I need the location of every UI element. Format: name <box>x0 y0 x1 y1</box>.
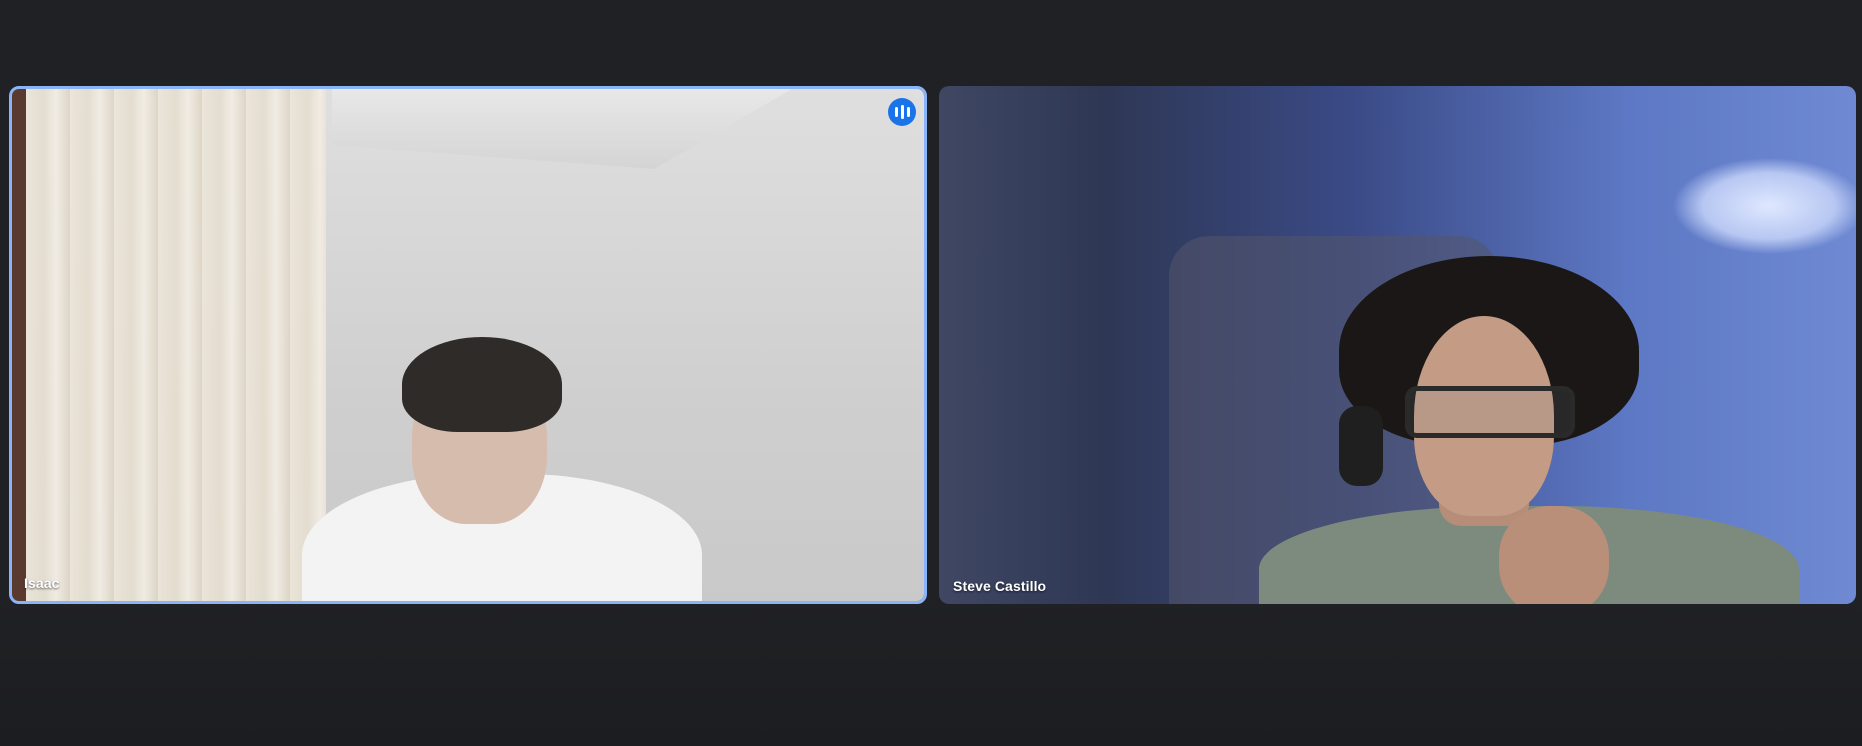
meeting-stage: Isaac Steve Castillo <box>0 0 1862 746</box>
participant-name: Steve Castillo <box>953 578 1047 594</box>
participant-headset <box>1339 406 1383 486</box>
participant-name: Isaac <box>24 575 60 591</box>
participant-glasses <box>1405 386 1575 438</box>
participant-tile-isaac[interactable]: Isaac <box>9 86 927 604</box>
participant-video <box>939 86 1856 604</box>
background-curtain <box>26 89 326 601</box>
participant-hair <box>402 337 562 432</box>
participant-tile-steve-castillo[interactable]: Steve Castillo <box>939 86 1856 604</box>
participant-video <box>12 89 924 601</box>
background-ceiling <box>332 89 792 169</box>
audio-level-icon <box>888 98 916 126</box>
participant-hand <box>1499 506 1609 604</box>
